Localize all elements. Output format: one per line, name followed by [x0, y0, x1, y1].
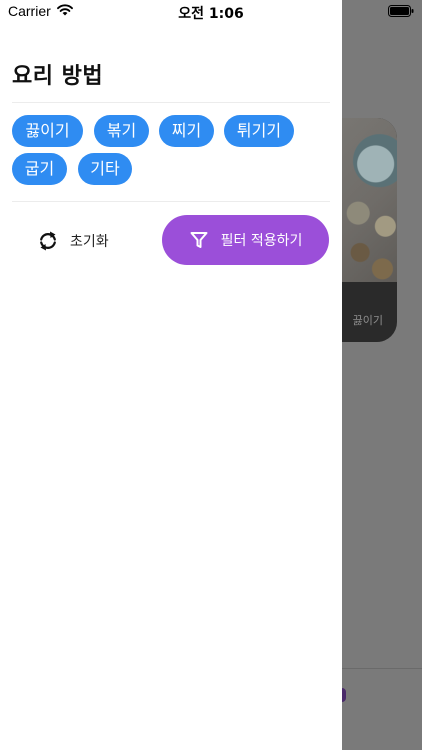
chip-grill[interactable]: 굽기 [12, 153, 67, 185]
reset-button[interactable]: 초기화 [36, 224, 109, 258]
chip-boil[interactable]: 끓이기 [12, 115, 83, 147]
recipe-card-label: 끓이기 [352, 314, 383, 327]
chips-divider [12, 201, 330, 202]
app-screen: 끓이기 Carrier 오전 1:06 요리 방법 끓이기 볶기 찌기 튀기기 … [0, 0, 422, 750]
refresh-icon [40, 231, 56, 251]
filter-icon [190, 232, 208, 248]
title-divider [12, 102, 330, 103]
chip-other[interactable]: 기타 [78, 153, 132, 185]
status-time: 오전 1:06 [178, 6, 244, 22]
battery-icon [388, 5, 414, 17]
tab-bar-divider [342, 668, 422, 669]
chip-steam[interactable]: 찌기 [159, 115, 214, 147]
apply-filter-label: 필터 적용하기 [220, 233, 303, 249]
status-bar: Carrier 오전 1:06 [0, 0, 422, 24]
chip-stir-fry[interactable]: 볶기 [94, 115, 149, 147]
chip-deep-fry[interactable]: 튀기기 [224, 115, 294, 147]
drawer-title: 요리 방법 [12, 64, 104, 89]
apply-filter-button[interactable]: 필터 적용하기 [162, 215, 329, 265]
reset-label: 초기화 [70, 234, 109, 250]
filter-drawer: 요리 방법 끓이기 볶기 찌기 튀기기 굽기 기타 초기화 필터 적용하기 [0, 0, 342, 750]
